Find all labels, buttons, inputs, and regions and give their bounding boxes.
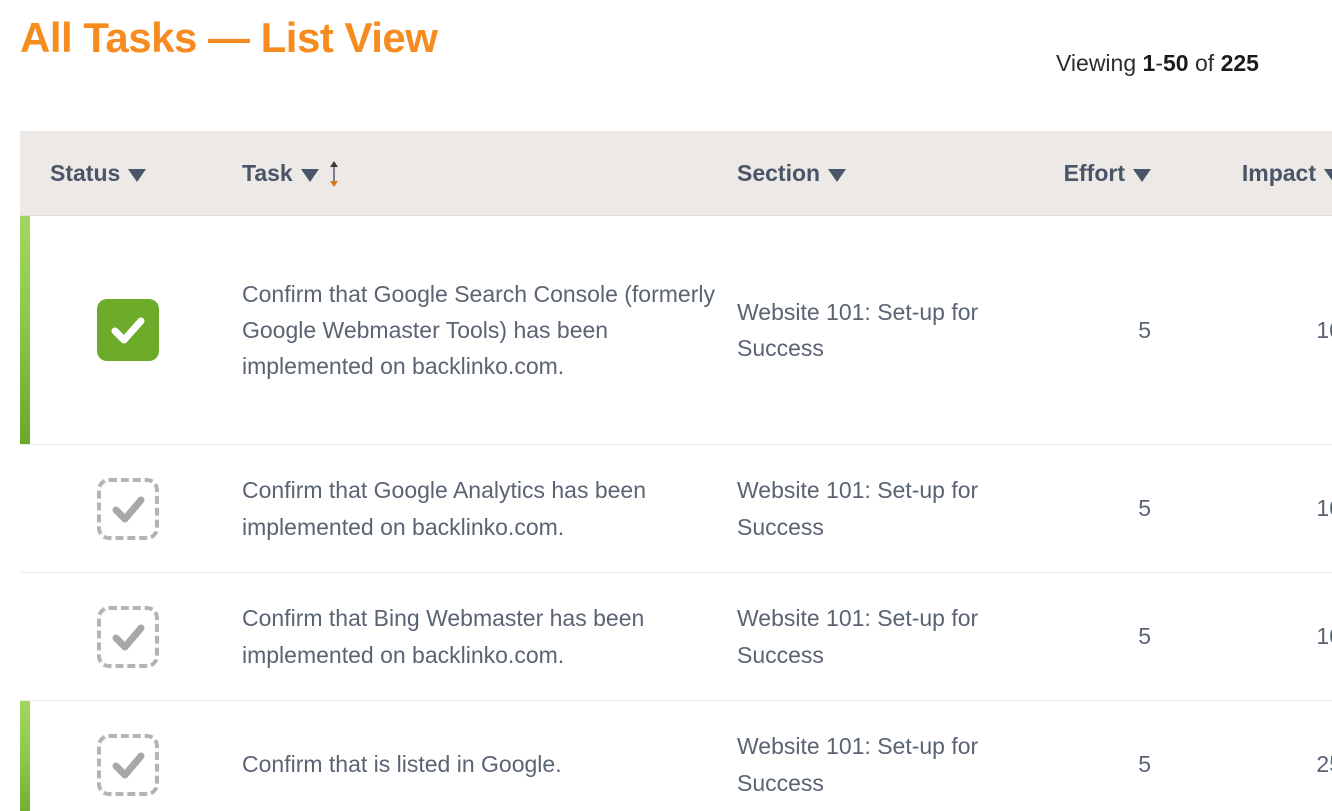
row-task-cell: Confirm that Google Analytics has been i… bbox=[242, 477, 647, 540]
row-impact-cell: 10 bbox=[1316, 316, 1332, 343]
caret-down-icon[interactable] bbox=[1133, 168, 1151, 182]
column-header-section-label: Section bbox=[737, 159, 821, 186]
row-task-cell: Confirm that Bing Webmaster has been imp… bbox=[242, 605, 645, 668]
page-header: All Tasks — List View Viewing 1-50 of 22… bbox=[0, 0, 1332, 110]
column-header-effort[interactable]: Effort bbox=[1015, 160, 1175, 187]
caret-down-icon[interactable] bbox=[1324, 168, 1332, 182]
row-status-cell bbox=[20, 299, 235, 361]
table-row[interactable]: Confirm that Google Search Console (form… bbox=[20, 216, 1332, 445]
row-effort-cell: 5 bbox=[1138, 316, 1151, 343]
checkbox-unchecked-icon[interactable] bbox=[96, 733, 159, 796]
row-impact-cell: 25 bbox=[1316, 751, 1332, 778]
table-row[interactable]: Confirm that Bing Webmaster has been imp… bbox=[20, 573, 1332, 701]
row-effort-cell: 5 bbox=[1138, 623, 1151, 650]
row-section-cell: Website 101: Set-up for Success bbox=[737, 733, 979, 796]
checkbox-unchecked-icon[interactable] bbox=[96, 477, 159, 540]
table-row[interactable]: Confirm that is listed in Google. Websit… bbox=[20, 701, 1332, 811]
column-header-section[interactable]: Section bbox=[730, 160, 1015, 187]
table-header-row: Status Task Section Effort Impact bbox=[20, 131, 1332, 216]
row-status-cell bbox=[20, 605, 235, 668]
row-impact-cell: 10 bbox=[1316, 623, 1332, 650]
row-section-cell: Website 101: Set-up for Success bbox=[737, 298, 979, 361]
row-section-cell: Website 101: Set-up for Success bbox=[737, 477, 979, 540]
row-status-cell bbox=[20, 733, 235, 796]
page-title: All Tasks — List View bbox=[20, 14, 438, 61]
viewing-of: of bbox=[1194, 50, 1215, 76]
viewing-label: Viewing bbox=[1056, 50, 1137, 76]
table-row[interactable]: Confirm that Google Analytics has been i… bbox=[20, 445, 1332, 573]
column-header-status-label: Status bbox=[50, 159, 121, 186]
viewing-range-start: 1 bbox=[1142, 50, 1156, 76]
row-impact-cell: 10 bbox=[1316, 495, 1332, 522]
sort-updown-icon[interactable] bbox=[327, 161, 341, 187]
caret-down-icon[interactable] bbox=[128, 168, 147, 182]
row-status-accent-bar bbox=[20, 216, 30, 444]
column-header-status[interactable]: Status bbox=[20, 160, 235, 187]
viewing-total: 225 bbox=[1220, 50, 1259, 76]
row-status-cell bbox=[20, 477, 235, 540]
row-effort-cell: 5 bbox=[1138, 751, 1151, 778]
row-section-cell: Website 101: Set-up for Success bbox=[737, 605, 979, 668]
caret-down-icon[interactable] bbox=[300, 168, 319, 182]
row-effort-cell: 5 bbox=[1138, 495, 1151, 522]
pagination-summary: Viewing 1-50 of 225 bbox=[1056, 50, 1259, 77]
tasks-list-view-page: All Tasks — List View Viewing 1-50 of 22… bbox=[0, 0, 1332, 811]
column-header-effort-label: Effort bbox=[1063, 159, 1125, 186]
caret-down-icon[interactable] bbox=[828, 168, 847, 182]
tasks-table: Status Task Section Effort Impact Confir… bbox=[20, 131, 1332, 811]
column-header-task[interactable]: Task bbox=[235, 160, 730, 187]
checkbox-unchecked-icon[interactable] bbox=[96, 605, 159, 668]
viewing-dash: - bbox=[1155, 50, 1163, 76]
checkbox-checked-icon[interactable] bbox=[96, 299, 159, 361]
row-task-cell: Confirm that is listed in Google. bbox=[242, 751, 562, 778]
column-header-impact[interactable]: Impact bbox=[1175, 160, 1332, 187]
column-header-impact-label: Impact bbox=[1241, 159, 1316, 186]
row-task-cell: Confirm that Google Search Console (form… bbox=[242, 280, 715, 380]
row-status-accent-bar bbox=[20, 701, 30, 811]
viewing-range-end: 50 bbox=[1163, 50, 1189, 76]
column-header-task-label: Task bbox=[242, 159, 293, 186]
